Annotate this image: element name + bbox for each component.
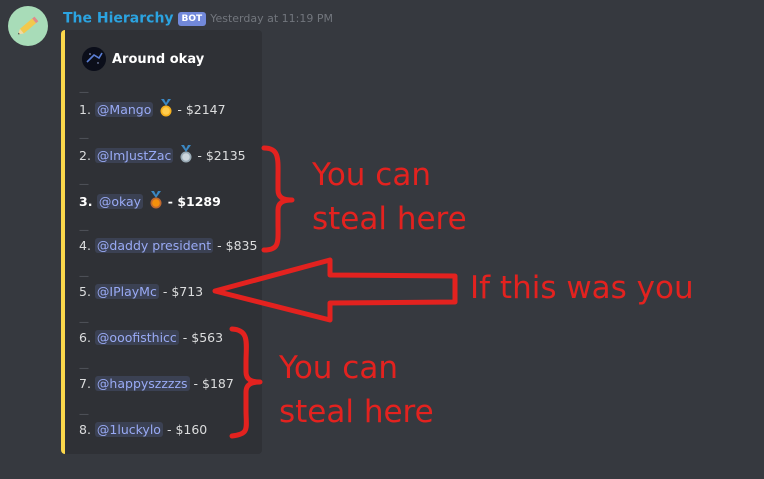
- arrow-label: If this was you: [470, 270, 694, 306]
- lower-label-line1: You can: [279, 350, 398, 386]
- upper-brace-label: You can steal here: [312, 153, 467, 241]
- upper-brace-shape: [261, 145, 295, 253]
- lower-brace-shape: [229, 326, 263, 439]
- lower-label-line2: steal here: [279, 394, 434, 430]
- upper-label-line1: You can: [312, 157, 431, 193]
- lower-brace-label: You can steal here: [279, 346, 434, 434]
- arrow-shape: [212, 257, 458, 323]
- upper-label-line2: steal here: [312, 201, 467, 237]
